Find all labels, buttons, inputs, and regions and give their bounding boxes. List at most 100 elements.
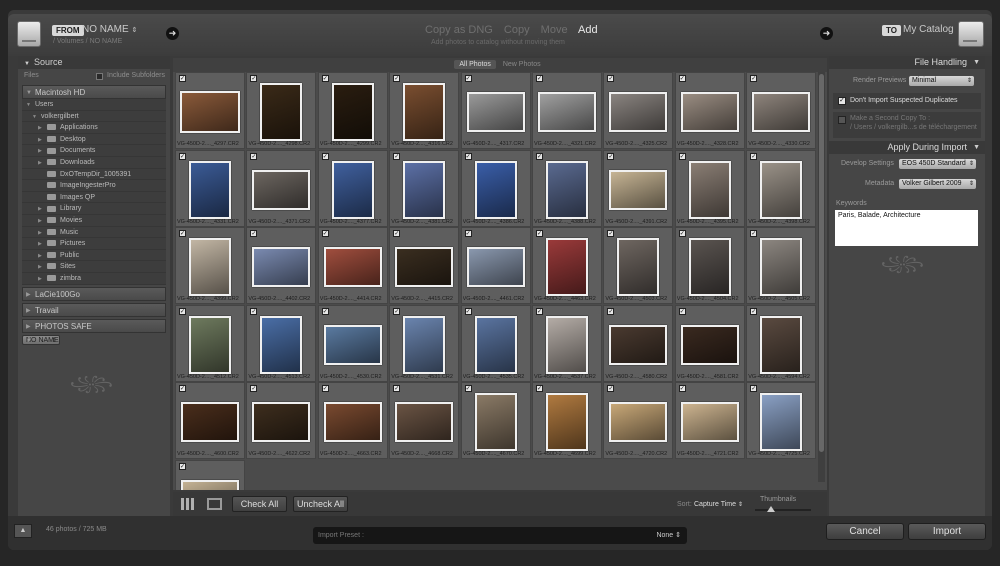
photo-checkbox[interactable]: ✓ (750, 385, 758, 392)
photo-cell[interactable]: ✓ VG-450D-2...._4299.CR2 (317, 72, 388, 149)
volume-travail[interactable]: Travail (22, 302, 166, 318)
photo-checkbox[interactable]: ✓ (536, 75, 543, 82)
photo-checkbox[interactable]: ✓ (536, 307, 543, 315)
photo-checkbox[interactable]: ✓ (321, 75, 329, 82)
photo-checkbox[interactable]: ✓ (464, 385, 472, 392)
photo-cell[interactable]: ✓ VG-450D-2...._4316.CR2 (389, 72, 460, 149)
photo-checkbox[interactable]: ✓ (393, 385, 401, 392)
photo-cell[interactable]: ✓ VG-450D-2...._4391.CR2 (603, 149, 674, 227)
folder-users[interactable]: ▼ Users (22, 99, 166, 111)
photo-checkbox[interactable]: ✓ (607, 385, 615, 392)
photo-cell[interactable]: ✓ VG-450D-2...._4386.CR2 (460, 149, 531, 227)
photo-cell[interactable]: ✓ VG-450D-2...._4663.CR2 (317, 382, 388, 459)
photo-cell[interactable]: ✓ VG-450D-2...._4670.CR2 (460, 382, 531, 459)
photo-checkbox[interactable]: ✓ (179, 152, 186, 160)
photo-checkbox[interactable]: ✓ (607, 307, 615, 315)
photo-checkbox[interactable]: ✓ (321, 385, 329, 392)
photo-cell[interactable]: ✓ VG-450D-2...._4377.CR2 (317, 149, 388, 227)
photo-cell[interactable]: ✓ VG-450D-2...._4331.CR2 (175, 149, 245, 227)
folder-item[interactable]: ▶ Applications (22, 122, 166, 134)
photo-cell[interactable]: ✓ VG-450D-2...._4581.CR2 (674, 304, 745, 382)
photo-checkbox[interactable]: ✓ (321, 230, 329, 237)
photo-cell[interactable]: ✓ VG-450D-2...._4330.CR2 (746, 72, 817, 149)
photo-checkbox[interactable]: ✓ (179, 385, 186, 392)
grid-scrollbar[interactable] (818, 72, 825, 482)
photo-checkbox[interactable]: ✓ (321, 152, 329, 160)
mode-add[interactable]: Add (578, 24, 598, 36)
second-copy-path[interactable]: / Users / volkergilb...s de téléchargeme… (850, 124, 981, 131)
source-panel-header[interactable]: ▼ Source (18, 56, 170, 69)
photo-cell[interactable]: ✓ VG-450D-2...._4720.CR2 (603, 382, 674, 459)
photo-cell[interactable]: ✓ VG-450D-2...._4699.CR2 (532, 382, 602, 459)
photo-checkbox[interactable]: ✓ (750, 307, 758, 315)
thumbnail-slider-handle[interactable] (767, 506, 775, 512)
photo-checkbox[interactable]: ✓ (536, 230, 543, 237)
photo-checkbox[interactable]: ✓ (464, 75, 472, 82)
keywords-field[interactable]: Paris, Balade, Architecture (835, 210, 978, 246)
photo-checkbox[interactable]: ✓ (536, 385, 543, 392)
photo-cell[interactable]: ✓ VG-450D-2...._4325.CR2 (603, 72, 674, 149)
folder-user[interactable]: ▼ volkergilbert (22, 111, 166, 123)
photo-cell[interactable]: ✓ VG-450D-2...._4622.CR2 (246, 382, 317, 459)
volume-photos-safe[interactable]: PHOTOS SAFE (22, 318, 166, 334)
dont-import-duplicates-checkbox[interactable]: ✓ (838, 97, 846, 105)
photo-cell[interactable]: ✓ VG-450D-2...._4461.CR2 (460, 227, 531, 304)
loupe-view-icon[interactable] (207, 498, 222, 510)
include-subfolders-checkbox[interactable] (96, 73, 103, 80)
folder-item[interactable]: ▶ Downloads (22, 157, 166, 169)
folder-item[interactable]: DxOTempDir_1005391 (22, 169, 166, 181)
photo-checkbox[interactable]: ✓ (393, 307, 401, 315)
photo-checkbox[interactable]: ✓ (678, 230, 686, 237)
photo-checkbox[interactable]: ✓ (250, 230, 258, 237)
folder-item[interactable]: ▶ Desktop (22, 134, 166, 146)
uncheck-all-button[interactable]: Uncheck All (293, 496, 348, 512)
mode-move[interactable]: Move (541, 24, 568, 36)
volume-lacie[interactable]: LaCie100Go (22, 286, 166, 302)
apply-during-import-header[interactable]: Apply During Import (829, 141, 985, 154)
folder-item[interactable]: ▶ Pictures (22, 238, 166, 250)
import-preset-select[interactable]: None ⇕ (656, 527, 681, 544)
photo-checkbox[interactable]: ✓ (750, 152, 758, 160)
photo-checkbox[interactable]: ✓ (678, 385, 686, 392)
mode-copy[interactable]: Copy (504, 24, 530, 36)
photo-cell[interactable]: ✓ VG-450D-2...._4505.CR2 (746, 227, 817, 304)
folder-item[interactable]: ▶ Documents (22, 145, 166, 157)
photo-checkbox[interactable]: ✓ (464, 307, 472, 315)
photo-cell[interactable]: ✓ VG-450D-2...._4504.CR2 (674, 227, 745, 304)
render-previews-select[interactable]: Minimal (909, 76, 974, 86)
check-all-button[interactable]: Check All (232, 496, 287, 512)
folder-item[interactable]: ▶ Library (22, 203, 166, 215)
photo-checkbox[interactable]: ✓ (250, 75, 258, 82)
photo-cell[interactable]: ✓ VG-450D-2...._4537.CR2 (532, 304, 602, 382)
expand-toggle-button[interactable]: ▲ (14, 524, 32, 538)
photo-cell[interactable]: ✓ VG-450D-2...._4512.CR2 (175, 304, 245, 382)
photo-cell[interactable]: ✓ VG-450D-2...._4399.CR2 (175, 227, 245, 304)
folder-item[interactable]: Images QP (22, 192, 166, 204)
photo-checkbox[interactable]: ✓ (250, 152, 258, 160)
metadata-select[interactable]: Volker Gilbert 2009 (899, 179, 976, 189)
photo-cell[interactable]: ✓ VG-450D-2...._4721.CR2 (674, 382, 745, 459)
mode-copy-as-dng[interactable]: Copy as DNG (425, 24, 493, 36)
folder-item[interactable]: ImageIngesterPro (22, 180, 166, 192)
sort-select[interactable]: Capture Time ⇕ (694, 501, 743, 508)
photo-checkbox[interactable]: ✓ (678, 307, 686, 315)
photo-cell[interactable]: ✓ VG-450D-2...._4297.CR2 (175, 72, 245, 149)
photo-checkbox[interactable]: ✓ (179, 462, 186, 470)
photo-cell[interactable]: ✓ VG-450D-2...._4381.CR2 (389, 149, 460, 227)
from-source-select[interactable]: NO NAME ⇕ (82, 24, 137, 35)
import-button[interactable]: Import (908, 523, 986, 540)
photo-checkbox[interactable]: ✓ (179, 230, 186, 237)
file-handling-header[interactable]: File Handling (829, 56, 985, 69)
photo-cell[interactable]: ✓ VG-450D-2...._4415.CR2 (389, 227, 460, 304)
photo-cell[interactable]: ✓ VG-450D-2...._4371.CR2 (246, 149, 317, 227)
photo-cell[interactable]: ✓ VG-450D-2...._4328.CR2 (674, 72, 745, 149)
second-copy-checkbox[interactable] (838, 116, 846, 124)
photo-checkbox[interactable]: ✓ (179, 307, 186, 315)
photo-checkbox[interactable]: ✓ (750, 75, 758, 82)
photo-checkbox[interactable]: ✓ (250, 385, 258, 392)
photo-checkbox[interactable]: ✓ (607, 230, 615, 237)
photo-checkbox[interactable]: ✓ (464, 230, 472, 237)
photo-cell[interactable]: ✓ VG-450D-2...._4298.CR2 (246, 72, 317, 149)
tab-all-photos[interactable]: All Photos (454, 60, 496, 69)
photo-checkbox[interactable]: ✓ (750, 230, 758, 237)
